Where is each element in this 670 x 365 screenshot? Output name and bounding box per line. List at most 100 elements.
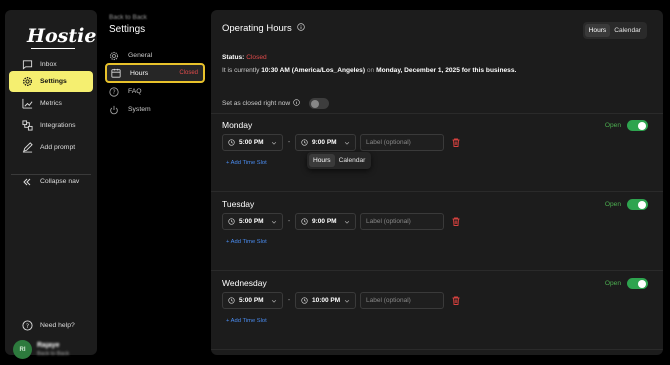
nav-item-add-prompt[interactable]: Add prompt — [9, 137, 93, 158]
chevron-down-icon — [344, 140, 350, 146]
pencil-icon — [21, 142, 33, 154]
info-icon[interactable] — [296, 23, 305, 34]
nav-item-label: Settings — [40, 78, 67, 85]
end-time-value: 9:00 PM — [312, 218, 337, 225]
tab-hours[interactable]: Hours — [584, 24, 611, 37]
divider — [211, 113, 663, 114]
toggle-knob — [638, 200, 646, 209]
add-time-slot-link[interactable]: + Add Time Slot — [226, 318, 267, 324]
nav-item-settings[interactable]: Settings — [9, 71, 93, 92]
inbox-icon — [21, 59, 33, 71]
start-time-select[interactable]: 5:00 PM — [222, 292, 283, 309]
day-tuesday: Tuesday Open 5:00 PM - 9:00 PM Label (op… — [211, 199, 663, 269]
tab-calendar[interactable]: Calendar — [610, 24, 645, 37]
time-slot: 5:00 PM - 9:00 PM Label (optional) — [222, 134, 460, 151]
chevron-down-icon — [271, 298, 277, 304]
end-time-value: 10:00 PM — [312, 297, 341, 304]
day-name: Tuesday — [222, 199, 255, 209]
user-profile[interactable]: RI Rajaye Back to Back — [13, 340, 69, 359]
view-toggle: Hours Calendar — [582, 22, 647, 39]
status-label: Status: — [222, 54, 245, 61]
toggle-knob — [638, 121, 646, 130]
main-nav: Hostie Inbox Settings Metrics Integratio… — [5, 10, 97, 359]
closed-now-toggle[interactable] — [309, 98, 330, 109]
open-toggle[interactable] — [627, 199, 648, 210]
logo-underline — [31, 48, 75, 49]
start-time-select[interactable]: 5:00 PM — [222, 134, 283, 151]
trash-icon[interactable] — [452, 296, 460, 305]
view-popover: Hours Calendar — [307, 152, 372, 169]
status-time: 10:30 AM (America/Los_Angeles) — [261, 67, 366, 74]
gear-icon — [109, 51, 119, 61]
nav-item-label: Add prompt — [40, 144, 76, 151]
divider — [211, 270, 663, 271]
popover-tab-hours[interactable]: Hours — [309, 154, 335, 167]
operating-hours-panel: Operating Hours Hours Calendar Status: C… — [211, 10, 663, 355]
nav-item-metrics[interactable]: Metrics — [9, 93, 93, 114]
settings-item-hours[interactable]: Hours Closed — [105, 63, 205, 83]
end-time-select[interactable]: 9:00 PM — [295, 213, 356, 230]
back-link[interactable]: Back to Back — [109, 14, 147, 21]
clock-icon — [228, 139, 235, 146]
closed-now-row: Set as closed right now — [222, 98, 330, 109]
closed-now-label: Set as closed right now — [222, 100, 291, 107]
time-slot: 5:00 PM - 10:00 PM Label (optional) — [222, 292, 460, 309]
status-description: It is currently 10:30 AM (America/Los_An… — [222, 67, 516, 74]
day-name: Wednesday — [222, 278, 267, 288]
clock-icon — [301, 218, 308, 225]
svg-text:?: ? — [112, 90, 115, 96]
nav-item-integrations[interactable]: Integrations — [9, 115, 93, 136]
clock-icon — [301, 297, 308, 304]
end-time-value: 9:00 PM — [312, 139, 337, 146]
divider — [211, 191, 663, 192]
time-slot: 5:00 PM - 9:00 PM Label (optional) — [222, 213, 460, 230]
settings-item-label: Hours — [130, 69, 149, 77]
start-time-select[interactable]: 5:00 PM — [222, 213, 283, 230]
open-label: Open — [604, 201, 621, 208]
clock-icon — [301, 139, 308, 146]
power-icon — [109, 105, 119, 115]
settings-item-label: FAQ — [128, 88, 142, 95]
user-name: Rajaye — [37, 341, 60, 349]
settings-item-label: General — [128, 52, 153, 59]
time-separator: - — [287, 218, 291, 225]
status-badge: Closed — [179, 70, 198, 76]
status-prefix: It is currently — [222, 67, 260, 74]
add-time-slot-link[interactable]: + Add Time Slot — [226, 160, 267, 166]
end-time-select[interactable]: 9:00 PM — [295, 134, 356, 151]
toggle-knob — [638, 279, 646, 288]
collapse-nav-button[interactable]: Collapse nav — [9, 171, 93, 192]
open-toggle[interactable] — [627, 278, 648, 289]
status-on: on — [366, 67, 375, 74]
help-button[interactable]: ? Need help? — [9, 315, 93, 336]
user-org: Back to Back — [37, 350, 70, 357]
end-time-select[interactable]: 10:00 PM — [295, 292, 356, 309]
trash-icon[interactable] — [452, 217, 460, 226]
page-title: Operating Hours — [222, 23, 305, 34]
clock-icon — [228, 297, 235, 304]
clock-icon — [228, 218, 235, 225]
settings-item-system[interactable]: System — [105, 101, 205, 118]
avatar: RI — [13, 340, 32, 359]
nav-item-label: Metrics — [40, 100, 62, 107]
slot-label-input[interactable]: Label (optional) — [360, 134, 444, 151]
slot-label-input[interactable]: Label (optional) — [360, 213, 444, 230]
slot-label-input[interactable]: Label (optional) — [360, 292, 444, 309]
status-row: Status: Closed — [222, 54, 267, 61]
toggle-knob — [311, 99, 320, 108]
logo: Hostie — [27, 25, 97, 47]
settings-item-faq[interactable]: ? FAQ — [105, 83, 205, 100]
trash-icon[interactable] — [452, 138, 460, 147]
add-time-slot-link[interactable]: + Add Time Slot — [226, 239, 267, 245]
settings-title: Settings — [109, 24, 146, 35]
question-icon: ? — [109, 86, 119, 97]
open-toggle[interactable] — [627, 120, 648, 131]
nav-item-label: Inbox — [40, 61, 57, 68]
settings-item-general[interactable]: General — [105, 47, 205, 64]
info-icon[interactable] — [293, 99, 300, 108]
open-label: Open — [604, 122, 621, 129]
popover-tab-calendar[interactable]: Calendar — [335, 154, 370, 167]
gear-icon — [21, 76, 33, 88]
calendar-icon — [111, 68, 121, 78]
integrations-icon — [21, 120, 33, 132]
